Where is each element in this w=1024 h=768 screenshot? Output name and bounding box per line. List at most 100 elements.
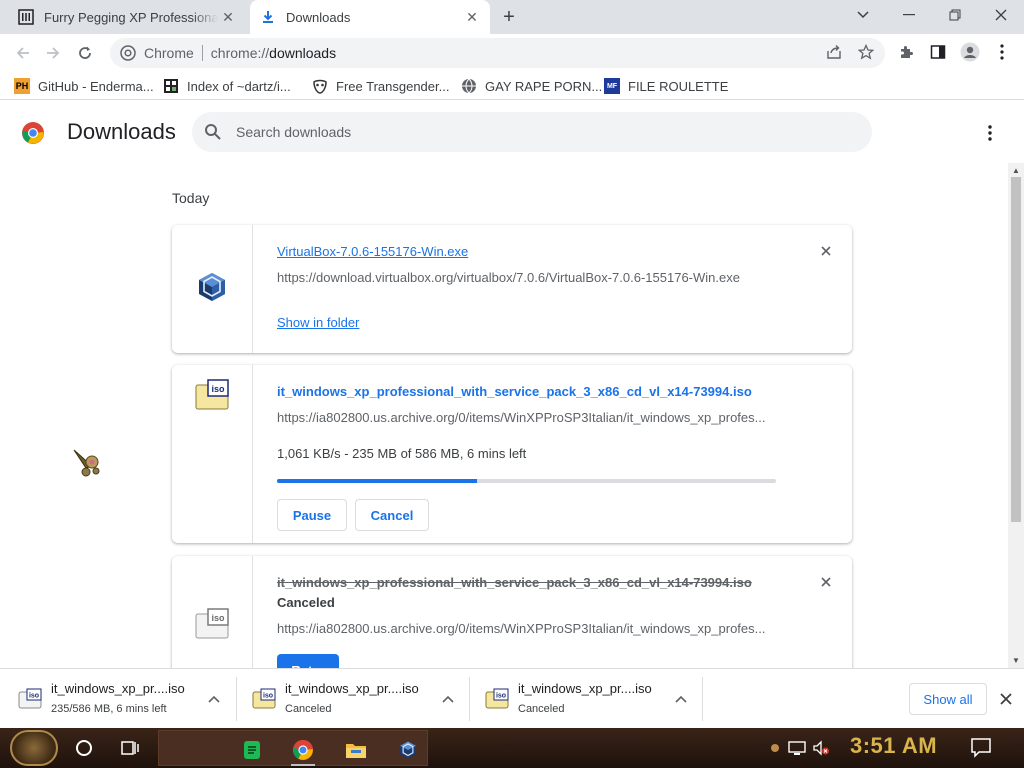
volume-muted-icon[interactable]	[810, 738, 832, 758]
chevron-up-icon[interactable]	[673, 691, 689, 707]
close-window-button[interactable]	[978, 0, 1024, 30]
shelf-item-3[interactable]: iso it_windows_xp_pr....iso Canceled	[469, 675, 701, 723]
tab-downloads[interactable]: Downloads ✕	[250, 0, 490, 34]
taskbar-app-spotify[interactable]	[234, 732, 270, 768]
shelf-item-status: 235/586 MB, 6 mins left	[51, 703, 167, 715]
bookmark-file-roulette[interactable]: MF FILE ROULETTE	[604, 76, 728, 96]
chrome-logo-icon	[21, 121, 45, 145]
downloads-page: Downloads Today VirtualBox-7.0.6-155176-	[0, 101, 1024, 668]
iso-file-icon: iso	[485, 687, 509, 711]
taskbar-app-virtualbox[interactable]	[390, 732, 426, 768]
network-icon[interactable]	[786, 738, 808, 758]
bookmark-star-icon[interactable]	[853, 39, 879, 65]
taskbar-clock[interactable]: 3:51 AM	[850, 733, 937, 759]
cancel-button[interactable]: Cancel	[355, 499, 429, 531]
bank-columns-icon	[18, 9, 34, 25]
file-icon-column: iso	[172, 365, 253, 543]
start-button[interactable]	[10, 730, 58, 766]
tab-search-chevron-icon[interactable]	[840, 0, 886, 30]
page-title: Downloads	[67, 119, 176, 144]
restore-button[interactable]	[932, 0, 978, 30]
side-panel-icon[interactable]	[925, 39, 951, 65]
chevron-up-icon[interactable]	[206, 691, 222, 707]
page-scrollbar[interactable]: ▲ ▼	[1008, 163, 1024, 668]
shelf-item-filename: it_windows_xp_pr....iso	[518, 681, 652, 696]
scroll-up-arrow-icon[interactable]: ▲	[1012, 166, 1020, 175]
bookmark-label: FILE ROULETTE	[628, 78, 729, 94]
tab-close-icon[interactable]: ✕	[218, 7, 238, 27]
back-button[interactable]	[8, 38, 38, 68]
bookmark-github[interactable]: PH GitHub - Enderma...	[14, 76, 154, 96]
extensions-puzzle-icon[interactable]	[893, 39, 919, 65]
download-filename-link[interactable]: it_windows_xp_professional_with_service_…	[277, 384, 752, 399]
search-downloads-box[interactable]	[192, 112, 872, 152]
download-source-url[interactable]: https://ia802800.us.archive.org/0/items/…	[277, 410, 765, 425]
bookmark-gay-rape-porn[interactable]: GAY RAPE PORN...	[461, 76, 602, 96]
bookmark-label: GitHub - Enderma...	[38, 78, 154, 94]
shelf-item-filename: it_windows_xp_pr....iso	[51, 681, 185, 696]
url-text[interactable]: chrome://downloads	[211, 45, 336, 61]
scroll-down-arrow-icon[interactable]: ▼	[1012, 656, 1020, 665]
shelf-item-status: Canceled	[518, 703, 565, 715]
shelf-item-2[interactable]: iso it_windows_xp_pr....iso Canceled	[236, 675, 468, 723]
download-arrow-icon	[260, 9, 276, 25]
download-filename-canceled: it_windows_xp_professional_with_service_…	[277, 575, 752, 590]
shelf-item-filename: it_windows_xp_pr....iso	[285, 681, 419, 696]
new-tab-button[interactable]: +	[498, 6, 520, 28]
chrome-menu-kebab-icon[interactable]	[989, 39, 1015, 65]
shelf-item-1[interactable]: iso it_windows_xp_pr....iso 235/586 MB, …	[2, 675, 234, 723]
download-source-url[interactable]: https://ia802800.us.archive.org/0/items/…	[277, 621, 765, 636]
close-shelf-icon[interactable]	[996, 689, 1016, 709]
svg-text:iso: iso	[29, 693, 39, 700]
bookmarks-bar: PH GitHub - Enderma... Index of ~dartz/i…	[0, 72, 1024, 100]
download-card-xp-iso-canceled: iso it_windows_xp_professional_with_serv…	[172, 556, 852, 668]
share-icon[interactable]	[821, 39, 847, 65]
page-header: Downloads	[0, 101, 1024, 163]
search-icon	[204, 123, 222, 141]
svg-text:iso: iso	[496, 693, 506, 700]
bookmark-label: Index of ~dartz/i...	[187, 78, 291, 94]
bookmark-free-transgender[interactable]: Free Transgender...	[312, 76, 449, 96]
bookmark-index-of-dartz[interactable]: Index of ~dartz/i...	[163, 76, 291, 96]
file-icon-column: iso	[172, 556, 253, 668]
cortana-circle-icon[interactable]	[64, 730, 104, 766]
url-scheme: chrome://	[210, 45, 270, 61]
profile-avatar-icon[interactable]	[957, 39, 983, 65]
shelf-separator	[702, 677, 703, 721]
forward-button[interactable]	[38, 38, 68, 68]
reload-button[interactable]	[70, 38, 100, 68]
show-all-button[interactable]: Show all	[909, 683, 987, 715]
remove-download-close-icon[interactable]	[816, 572, 836, 592]
download-source-url[interactable]: https://download.virtualbox.org/virtualb…	[277, 270, 740, 285]
bookmark-label: GAY RAPE PORN...	[485, 78, 603, 94]
remove-download-close-icon[interactable]	[816, 241, 836, 261]
download-progress-fill	[277, 479, 477, 483]
tab-furry-pegging[interactable]: Furry Pegging XP Professional SP3 ✕	[8, 0, 246, 34]
site-chip-label: Chrome	[144, 45, 203, 61]
show-in-folder-link[interactable]: Show in folder	[277, 315, 359, 330]
iso-file-icon: iso	[252, 687, 276, 711]
taskbar-app-chrome[interactable]	[285, 732, 321, 768]
tab-close-icon[interactable]: ✕	[462, 7, 482, 27]
download-card-xp-iso-in-progress: iso it_windows_xp_professional_with_serv…	[172, 365, 852, 543]
minimize-button[interactable]	[886, 0, 932, 30]
search-input[interactable]	[236, 124, 836, 140]
iso-file-canceled-icon: iso	[194, 606, 230, 642]
steampunk-cursor-icon	[72, 446, 106, 480]
iso-file-icon: iso	[18, 687, 42, 711]
url-host: downloads	[269, 45, 337, 61]
action-center-icon[interactable]	[970, 736, 992, 758]
taskbar-app-file-explorer[interactable]	[338, 732, 374, 768]
retry-button[interactable]: Retry	[277, 654, 339, 668]
tray-overflow-icon[interactable]	[764, 738, 786, 758]
download-shelf: iso it_windows_xp_pr....iso 235/586 MB, …	[0, 668, 1024, 728]
address-bar[interactable]: Chrome chrome://downloads	[110, 38, 885, 68]
task-view-icon[interactable]	[110, 730, 150, 766]
pause-button[interactable]: Pause	[277, 499, 347, 531]
download-filename-link[interactable]: VirtualBox-7.0.6-155176-Win.exe	[277, 244, 468, 259]
chevron-up-icon[interactable]	[440, 691, 456, 707]
bookmark-label: Free Transgender...	[336, 78, 450, 94]
downloads-more-actions-icon[interactable]	[978, 121, 1002, 145]
file-icon-column	[172, 225, 253, 353]
scrollbar-thumb[interactable]	[1011, 177, 1021, 522]
